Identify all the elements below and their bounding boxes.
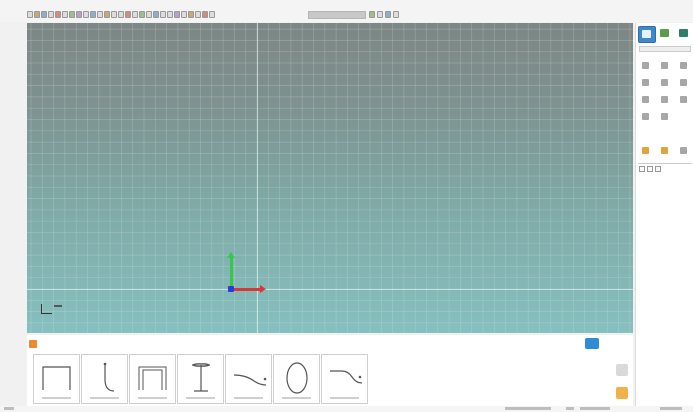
view-icon[interactable] (160, 11, 166, 18)
measure-icon[interactable] (385, 11, 391, 18)
toolbar-icon-group-2 (369, 11, 399, 19)
pan-icon[interactable] (174, 11, 180, 18)
refresh-icon[interactable] (679, 146, 689, 156)
folder-save-icon[interactable] (660, 146, 670, 156)
cut-icon[interactable] (69, 11, 75, 18)
grid-icon[interactable] (188, 11, 194, 18)
layer-icon[interactable] (153, 11, 159, 18)
zoom-icon[interactable] (167, 11, 173, 18)
shape-item-hook[interactable] (81, 354, 128, 404)
measure-icon[interactable] (202, 11, 208, 18)
shape-item-oval[interactable] (273, 354, 320, 404)
navigation-strip (612, 335, 633, 406)
measure-tool-icon[interactable] (641, 112, 651, 122)
expand-panel-icon[interactable] (585, 338, 599, 349)
3d-viewport[interactable] (27, 23, 633, 333)
circle-icon[interactable] (139, 11, 145, 18)
world-x-axis-line (27, 289, 633, 290)
scale-icon[interactable] (111, 11, 117, 18)
viewport-grid (27, 23, 633, 333)
toolbar-search-field[interactable] (308, 11, 366, 19)
arc-icon[interactable] (125, 11, 131, 18)
pan-hand-icon[interactable] (616, 387, 628, 399)
render-icon[interactable] (181, 11, 187, 18)
zoom-icon[interactable] (616, 364, 628, 376)
bend-tool-icon[interactable] (679, 78, 689, 88)
line-icon[interactable] (118, 11, 124, 18)
tool-category-select[interactable] (639, 46, 691, 52)
rotate-icon[interactable] (104, 11, 110, 18)
select-tool-icon[interactable] (641, 61, 651, 71)
open-icon[interactable] (34, 11, 40, 18)
folder-open-icon[interactable] (641, 146, 651, 156)
modeling-tab-icon[interactable] (638, 26, 656, 43)
redo-icon[interactable] (62, 11, 68, 18)
person-tool-icon[interactable] (660, 78, 670, 88)
option-checkbox-2[interactable] (647, 166, 653, 172)
select-icon[interactable] (90, 11, 96, 18)
gizmo-y-arrow-icon[interactable] (227, 252, 235, 258)
panel-divider (638, 163, 692, 164)
world-y-axis-line (257, 23, 258, 333)
shape-item-rect-open[interactable] (33, 354, 80, 404)
paste-icon[interactable] (83, 11, 89, 18)
orbit-tool-icon[interactable] (660, 95, 670, 105)
option-checkbox-3[interactable] (655, 166, 661, 172)
rect-icon[interactable] (132, 11, 138, 18)
save-icon[interactable] (41, 11, 47, 18)
panel-tab[interactable] (27, 337, 57, 351)
snap-icon[interactable] (369, 11, 375, 18)
grid-icon[interactable] (377, 11, 383, 18)
print-icon[interactable] (48, 11, 54, 18)
library-tab-icon[interactable] (676, 26, 692, 41)
help-icon[interactable] (209, 11, 215, 18)
move-tool-icon[interactable] (641, 78, 651, 88)
text-icon[interactable] (146, 11, 152, 18)
link-tool-icon[interactable] (660, 112, 670, 122)
shape-item-rect-open-2[interactable] (129, 354, 176, 404)
shape-palette (33, 354, 368, 404)
copy-icon[interactable] (76, 11, 82, 18)
snap-icon[interactable] (195, 11, 201, 18)
shape-library-icon (29, 340, 37, 348)
gizmo-x-axis[interactable] (232, 288, 262, 291)
status-bar (0, 406, 693, 412)
gizmo-x-arrow-icon[interactable] (260, 285, 266, 293)
toolbar-icon-group (27, 11, 215, 19)
undo-icon[interactable] (55, 11, 61, 18)
gizmo-origin-handle[interactable] (228, 286, 234, 292)
help-icon[interactable] (393, 11, 399, 18)
view-orientation-indicator (39, 304, 69, 318)
rotate-tool-icon[interactable] (641, 95, 651, 105)
shape-library-panel (27, 335, 633, 406)
move-icon[interactable] (97, 11, 103, 18)
stack-tool-icon[interactable] (679, 95, 689, 105)
main-toolbar (0, 0, 693, 22)
material-tab-icon[interactable] (657, 26, 673, 41)
new-icon[interactable] (27, 11, 33, 18)
gizmo-y-axis[interactable] (230, 256, 233, 289)
shape-item-curve-2[interactable] (321, 354, 368, 404)
right-tool-panel (635, 23, 693, 412)
option-checkboxes (639, 166, 669, 172)
lasso-tool-icon[interactable] (660, 61, 670, 71)
option-checkbox-1[interactable] (639, 166, 645, 172)
shape-item-curve[interactable] (225, 354, 272, 404)
shape-item-i-beam[interactable] (177, 354, 224, 404)
box-tool-icon[interactable] (679, 61, 689, 71)
